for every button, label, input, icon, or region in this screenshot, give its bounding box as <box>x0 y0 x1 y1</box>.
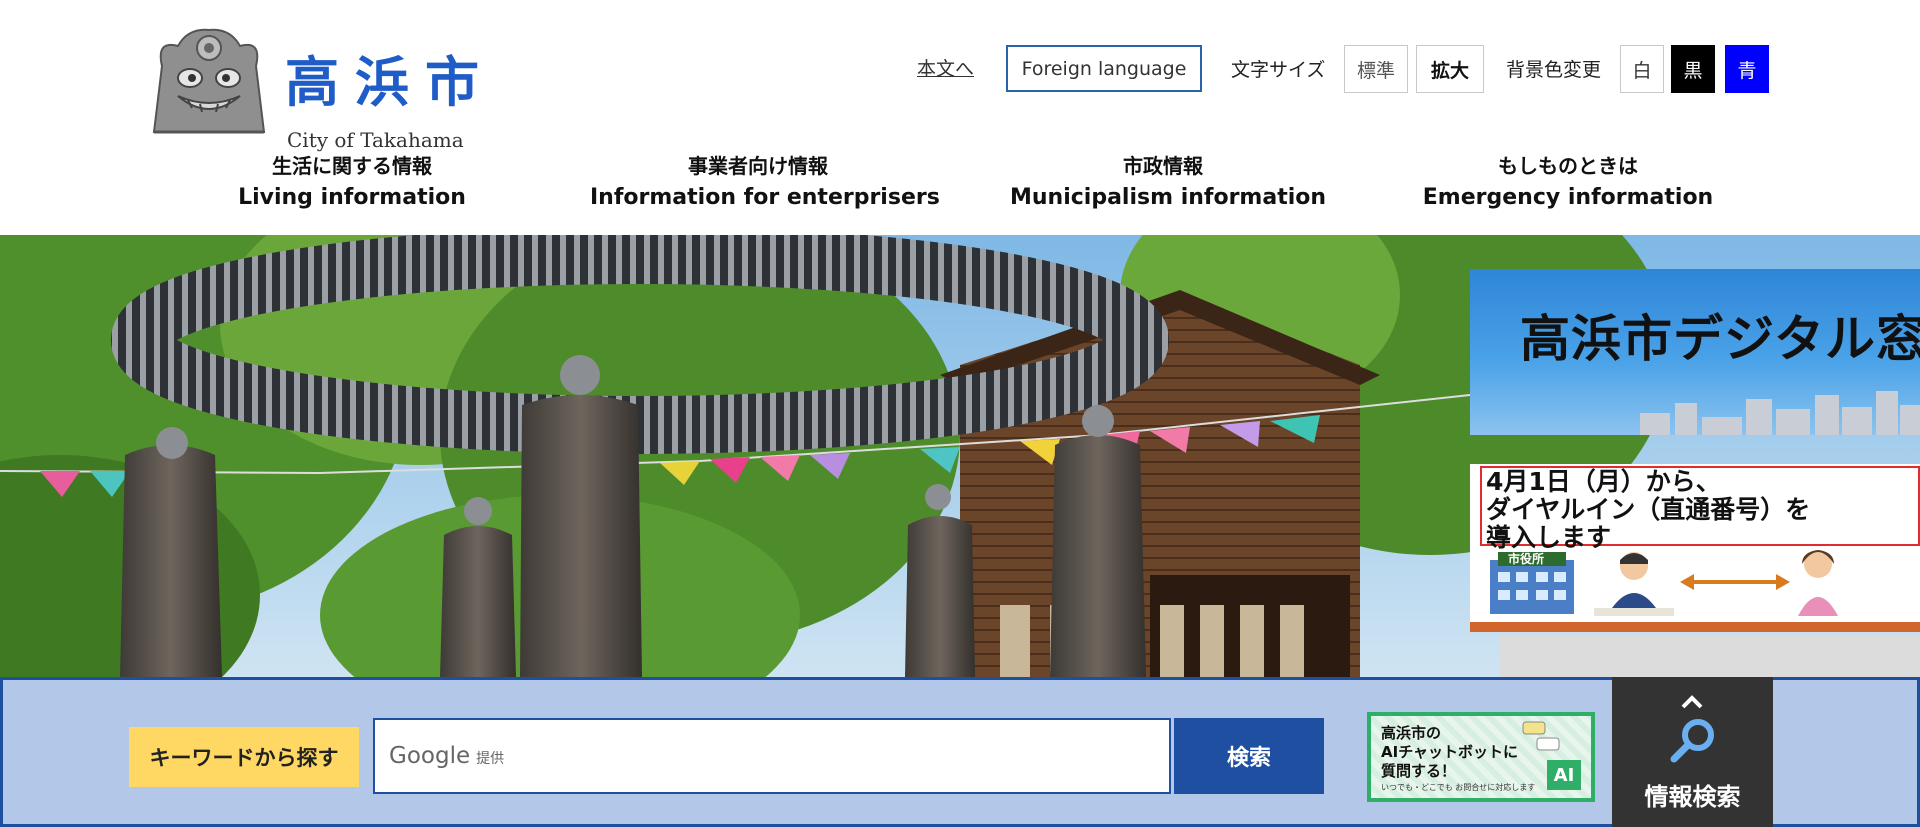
bg-black-button[interactable]: 黒 <box>1671 45 1715 93</box>
nav-enterprisers-en: Information for enterprisers <box>590 185 940 210</box>
nav-living-jp: 生活に関する情報 <box>272 154 432 178</box>
hero-slider: 高浜市デジタル窓口 4月1日（月）から、 ダイヤルイン（直通番号）を 導入します… <box>0 235 1920 677</box>
nav-enterprisers-jp: 事業者向け情報 <box>688 154 828 178</box>
search-bar: キーワードから探す Google 提供 検索 高浜市の AIチャットボットに 質問… <box>0 677 1920 827</box>
bg-white-button[interactable]: 白 <box>1620 45 1664 93</box>
dial-in-text: 4月1日（月）から、 ダイヤルイン（直通番号）を 導入します <box>1486 468 1810 552</box>
nav-living-information[interactable]: 生活に関する情報 Living information <box>232 150 472 220</box>
nav-emergency-jp: もしものときは <box>1498 154 1638 178</box>
info-search-label: 情報検索 <box>1644 783 1741 811</box>
dial-in-banner[interactable]: 4月1日（月）から、 ダイヤルイン（直通番号）を 導入します 市役所 <box>1470 464 1920 632</box>
digital-counter-text: 高浜市デジタル窓口 <box>1520 310 1920 368</box>
site-logo[interactable]: 高浜市 City of Takahama <box>148 26 488 152</box>
ai-chatbot-banner[interactable]: 高浜市の AIチャットボットに 質問する！ いつでも・どこでも お問合せに対応し… <box>1367 712 1595 802</box>
ai-chatbot-line2: AIチャットボットに <box>1381 743 1519 761</box>
logo-title: 高浜市 <box>285 50 495 114</box>
foreign-language-button[interactable]: Foreign language <box>1006 45 1202 92</box>
city-hall-label: 市役所 <box>1508 552 1545 566</box>
woman-phone-icon <box>1798 550 1838 616</box>
ai-chatbot-line3: 質問する！ <box>1381 762 1457 780</box>
ai-chatbot-small-text: いつでも・どこでも お問合せに対応します <box>1381 783 1536 792</box>
nav-municipalism-en: Municipalism information <box>1010 185 1327 210</box>
bg-blue-button[interactable]: 青 <box>1725 45 1769 93</box>
site-header: 高浜市 City of Takahama 本文へ Foreign languag… <box>0 0 1920 235</box>
search-input[interactable] <box>373 718 1171 794</box>
ai-chatbot-line1: 高浜市の <box>1381 724 1442 742</box>
nav-municipalism-information[interactable]: 市政情報 Municipalism information <box>1010 150 1327 220</box>
search-button[interactable]: 検索 <box>1174 718 1324 794</box>
nav-emergency-information[interactable]: もしものときは Emergency information <box>1420 150 1716 220</box>
ai-chatbot-text: 高浜市の AIチャットボットに 質問する！ <box>1381 724 1518 781</box>
logo-subtitle: City of Takahama <box>287 128 464 152</box>
nav-municipalism-jp: 市政情報 <box>1123 154 1203 178</box>
chevron-up-icon <box>1681 695 1703 709</box>
text-size-standard-button[interactable]: 標準 <box>1344 45 1408 93</box>
bg-color-label: 背景色変更 <box>1506 59 1602 81</box>
nav-emergency-en: Emergency information <box>1422 185 1714 210</box>
text-size-large-button[interactable]: 拡大 <box>1416 45 1484 93</box>
chat-bubbles-icon <box>1522 721 1560 751</box>
dial-in-line1: 4月1日（月）から、 <box>1486 467 1721 496</box>
onigawara-mascot-icon <box>152 28 266 134</box>
digital-counter-banner[interactable]: 高浜市デジタル窓口 <box>1470 269 1920 435</box>
text-size-label: 文字サイズ <box>1231 59 1326 81</box>
info-search-toggle[interactable]: 情報検索 <box>1612 677 1773 827</box>
nav-enterprisers-information[interactable]: 事業者向け情報 Information for enterprisers <box>590 150 940 220</box>
keyword-search-label: キーワードから探す <box>129 727 359 787</box>
search-icon <box>1670 719 1714 763</box>
double-arrow-icon <box>1680 574 1790 590</box>
ai-badge: AI <box>1547 760 1581 790</box>
office-worker-phone-icon <box>1594 552 1674 616</box>
dial-in-line2: ダイヤルイン（直通番号）を <box>1486 495 1811 524</box>
nav-living-en: Living information <box>238 185 466 210</box>
skip-to-content-link[interactable]: 本文へ <box>917 54 974 81</box>
cityscape-icon <box>1640 391 1920 435</box>
